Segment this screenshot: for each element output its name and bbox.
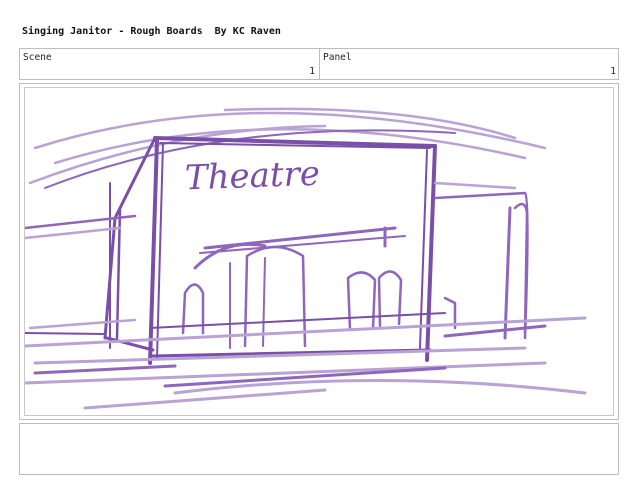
scene-label: Scene <box>23 52 52 63</box>
scene-number: 1 <box>309 66 315 77</box>
panel-label: Panel <box>323 52 352 63</box>
document-title: Singing Janitor - Rough Boards By KC Rav… <box>22 26 281 37</box>
panel-cell: Panel 1 <box>320 49 620 79</box>
storyboard-frame: Theatre <box>19 83 619 420</box>
panel-header: Scene 1 Panel 1 <box>19 48 619 80</box>
panel-number: 1 <box>610 66 616 77</box>
sketch-area: Theatre <box>24 87 614 416</box>
marquee <box>193 226 406 270</box>
side-building <box>433 181 529 340</box>
theatre-sketch: Theatre <box>25 107 587 410</box>
notes-area <box>19 423 619 475</box>
theatre-sign-text: Theatre <box>184 154 320 199</box>
scene-cell: Scene 1 <box>20 49 320 79</box>
